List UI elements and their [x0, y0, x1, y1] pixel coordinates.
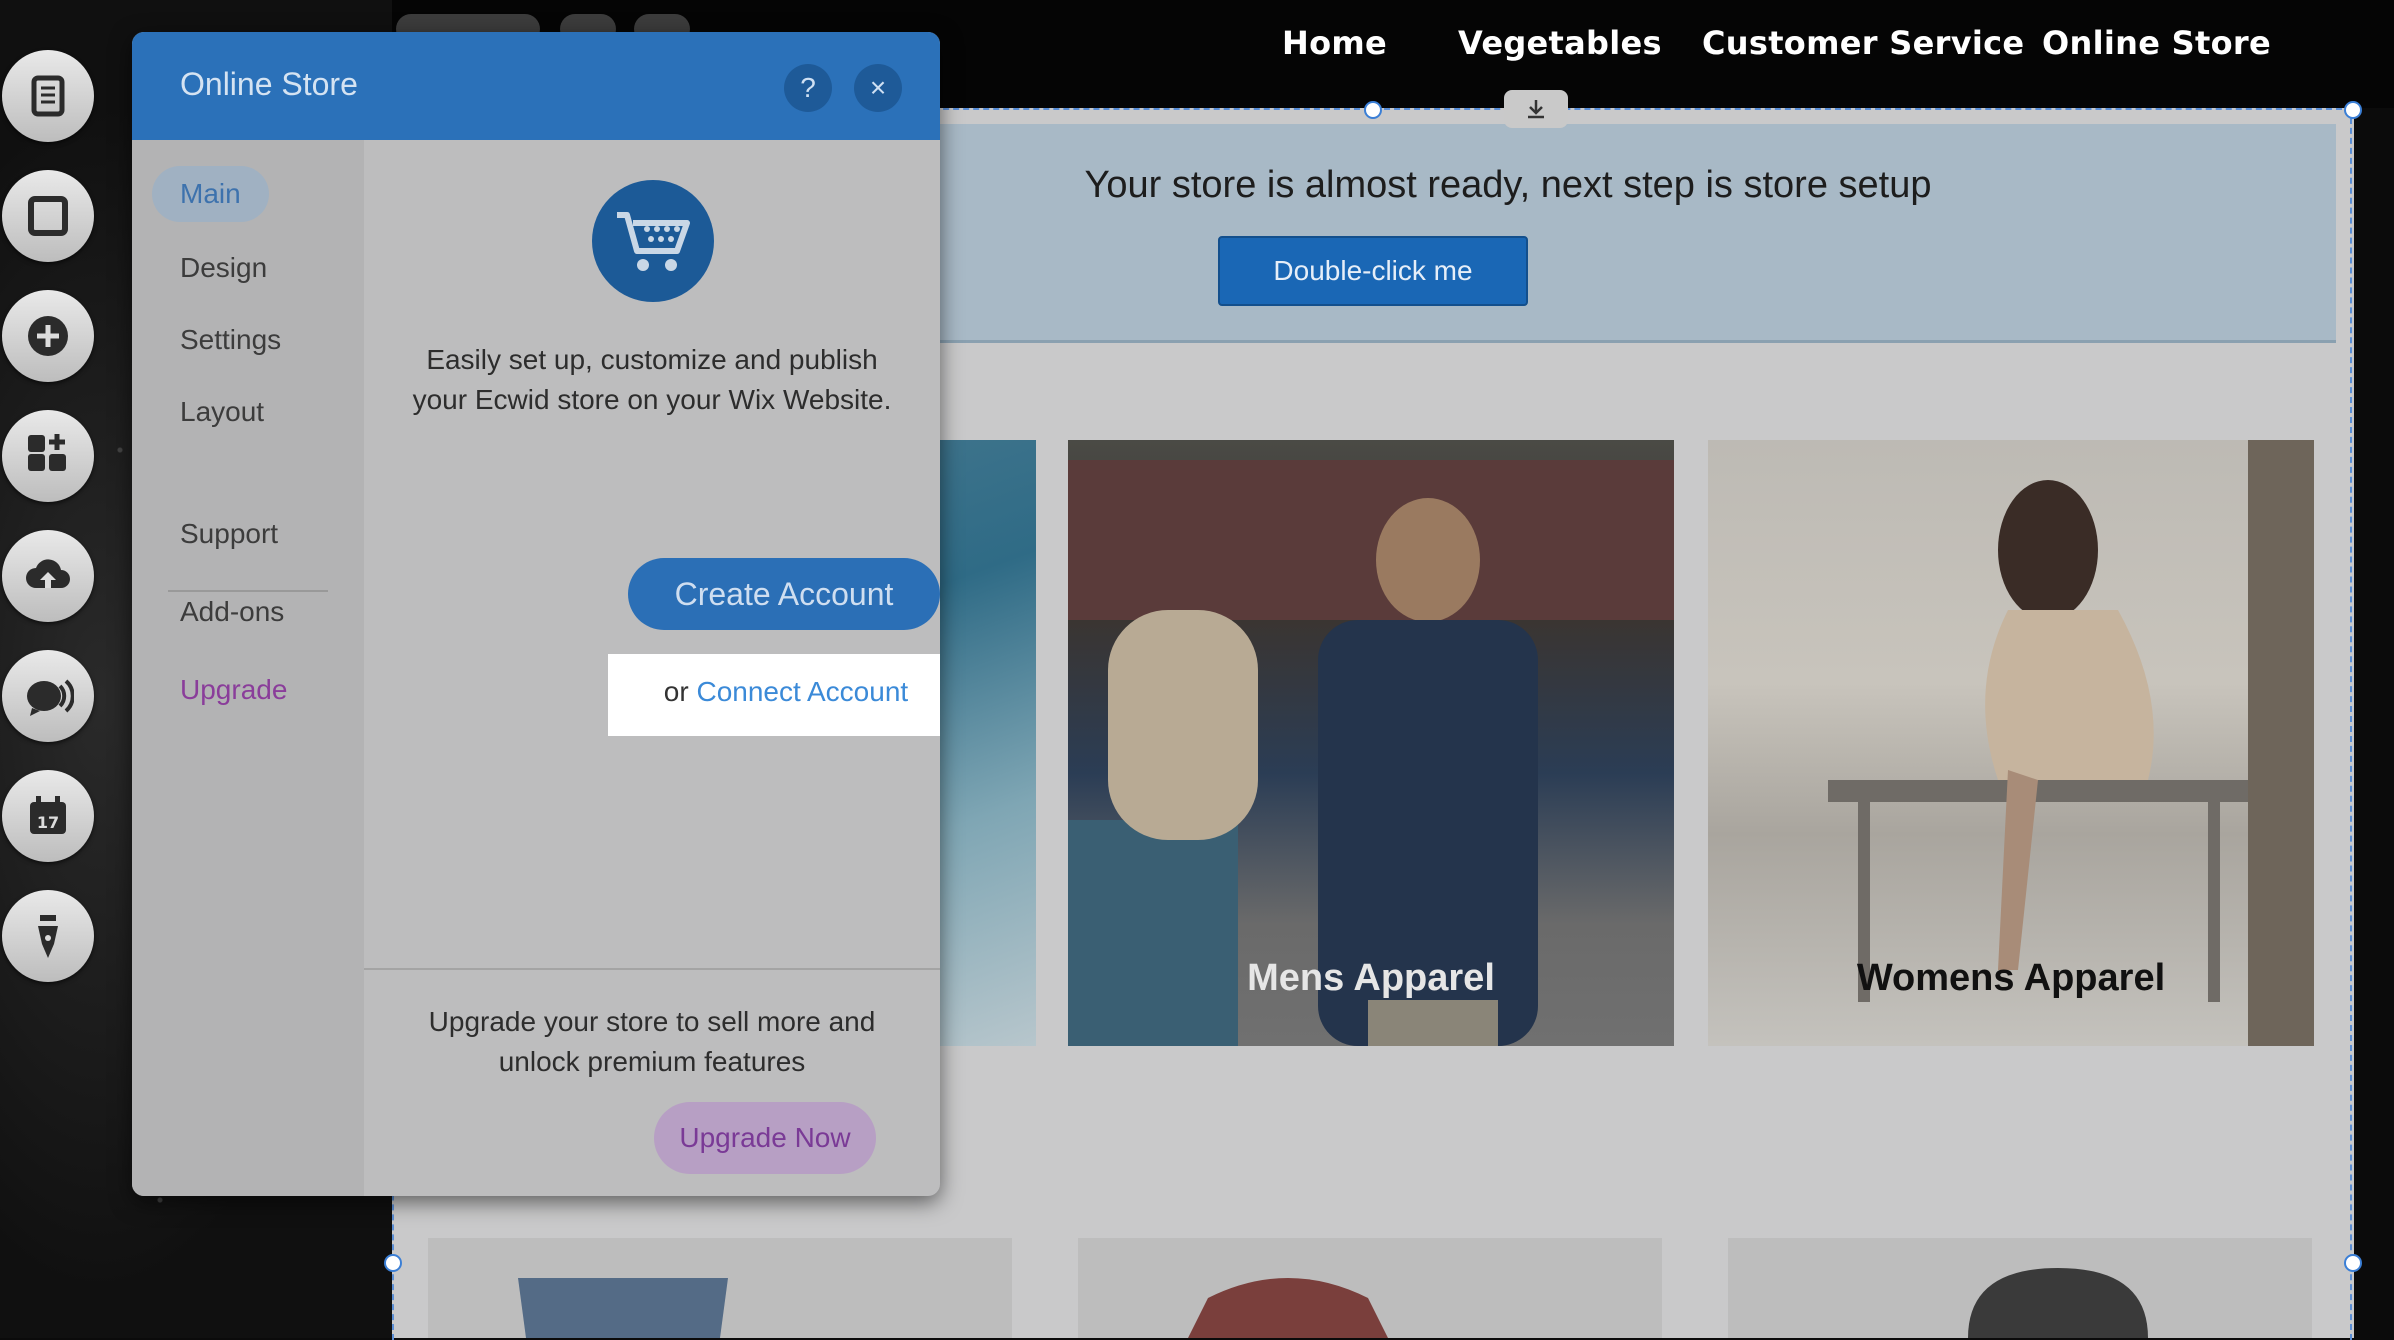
resize-handle[interactable] — [2344, 101, 2362, 119]
dialog-title: Online Store — [180, 66, 358, 102]
sidebar-item-settings[interactable]: Settings — [180, 324, 281, 356]
nav-home[interactable]: Home — [1282, 24, 1387, 62]
blog-icon[interactable] — [2, 650, 94, 742]
upgrade-line: Upgrade your store to sell more and — [428, 1006, 876, 1037]
store-description: Easily set up, customize and publish you… — [364, 340, 940, 420]
nav-online-store[interactable]: Online Store — [2042, 24, 2271, 62]
sidebar-item-layout[interactable]: Layout — [180, 396, 264, 428]
upload-icon[interactable] — [2, 530, 94, 622]
apps-icon[interactable] — [2, 410, 94, 502]
connect-account-line: or Connect Account — [608, 676, 940, 708]
sidebar-item-main[interactable]: Main — [152, 166, 269, 222]
product-tile[interactable] — [1078, 1238, 1662, 1338]
shirt-image — [1188, 1278, 1388, 1338]
connect-account-highlight: or Connect Account — [608, 654, 940, 736]
product-tile[interactable] — [428, 1238, 1012, 1338]
mens-photo — [1068, 460, 1674, 1046]
svg-text:17: 17 — [37, 813, 59, 832]
upgrade-now-button[interactable]: Upgrade Now — [654, 1102, 876, 1174]
category-label-mens: Mens Apparel — [1247, 957, 1495, 999]
create-account-button[interactable]: Create Account — [628, 558, 940, 630]
banner-text: Your store is almost ready, next step is… — [1084, 164, 1932, 206]
help-icon[interactable]: ? — [784, 64, 832, 112]
background-icon[interactable] — [2, 170, 94, 262]
upgrade-line: unlock premium features — [498, 1046, 806, 1077]
nav-vegetables[interactable]: Vegetables — [1458, 24, 1662, 62]
dialog-header: Online Store ? × — [132, 32, 940, 140]
resize-handle[interactable] — [1364, 101, 1382, 119]
online-store-dialog: Online Store ? × Main Design Settings La… — [132, 32, 940, 1196]
description-line: Easily set up, customize and publish — [426, 344, 878, 375]
description-line: your Ecwid store on your Wix Website. — [412, 384, 892, 415]
resize-handle[interactable] — [384, 1254, 402, 1272]
sidebar-item-addons[interactable]: Add-ons — [180, 596, 284, 628]
sidebar-item-upgrade[interactable]: Upgrade — [180, 674, 287, 706]
cart-icon — [592, 180, 714, 302]
sidebar-item-design[interactable]: Design — [180, 252, 267, 284]
double-click-button[interactable]: Double-click me — [1218, 236, 1528, 306]
download-icon[interactable] — [1504, 90, 1568, 128]
nav-customer-service[interactable]: Customer Service — [1702, 24, 2024, 62]
category-label-womens: Womens Apparel — [1856, 957, 2166, 999]
add-icon[interactable] — [2, 290, 94, 382]
pages-icon[interactable] — [2, 50, 94, 142]
dialog-main: Easily set up, customize and publish you… — [364, 140, 940, 1196]
bookings-icon[interactable]: 17 — [2, 770, 94, 862]
sidebar-item-support[interactable]: Support — [180, 518, 278, 550]
womens-photo — [1828, 440, 2314, 1046]
shorts-image — [518, 1278, 728, 1338]
close-icon[interactable]: × — [854, 64, 902, 112]
footer-divider — [364, 968, 940, 970]
connect-account-link[interactable]: Connect Account — [696, 676, 908, 707]
category-tile-womens[interactable]: Womens Apparel — [1708, 440, 2314, 1046]
product-tile[interactable] — [1728, 1238, 2312, 1338]
dialog-sidebar: Main Design Settings Layout Support Add-… — [132, 140, 364, 1196]
sidebar-divider — [168, 590, 328, 592]
upgrade-description: Upgrade your store to sell more and unlo… — [364, 1002, 940, 1082]
store-setup-banner: Your store is almost ready, next step is… — [920, 124, 2336, 343]
connect-prefix: or — [663, 676, 689, 707]
resize-handle[interactable] — [2344, 1254, 2362, 1272]
category-tile-mens[interactable]: Mens Apparel — [1068, 440, 1674, 1046]
cap-image — [1968, 1268, 2148, 1338]
pen-icon[interactable] — [2, 890, 94, 982]
